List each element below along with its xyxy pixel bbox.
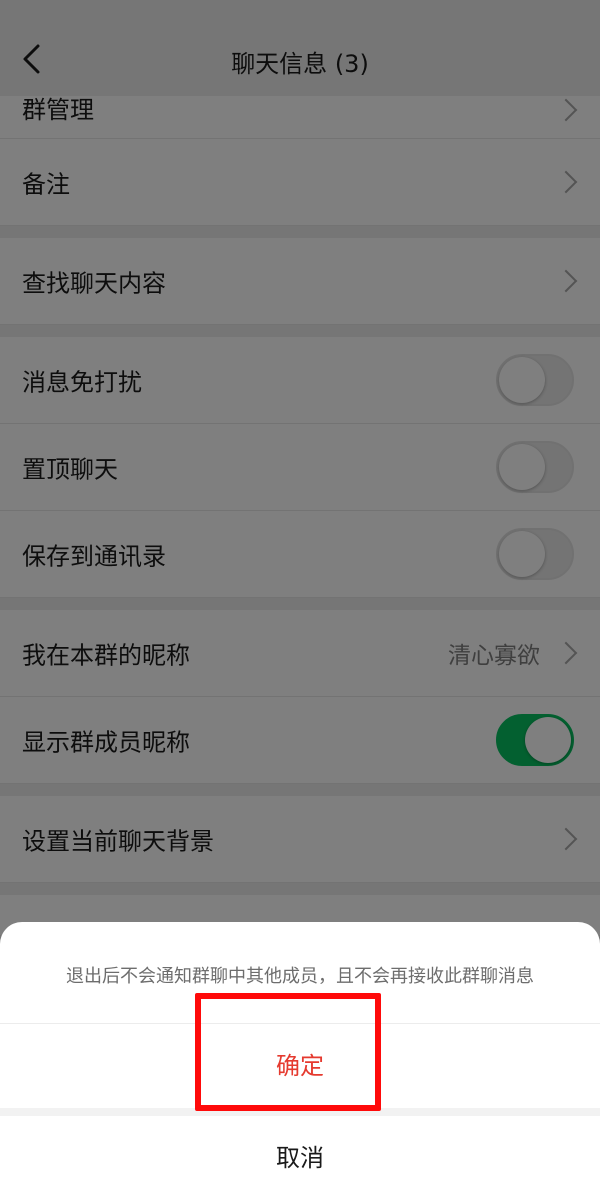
action-sheet-message: 退出后不会通知群聊中其他成员，且不会再接收此群聊消息 — [66, 966, 534, 987]
highlight-box — [195, 993, 381, 1111]
cancel-button[interactable]: 取消 — [0, 1116, 600, 1200]
